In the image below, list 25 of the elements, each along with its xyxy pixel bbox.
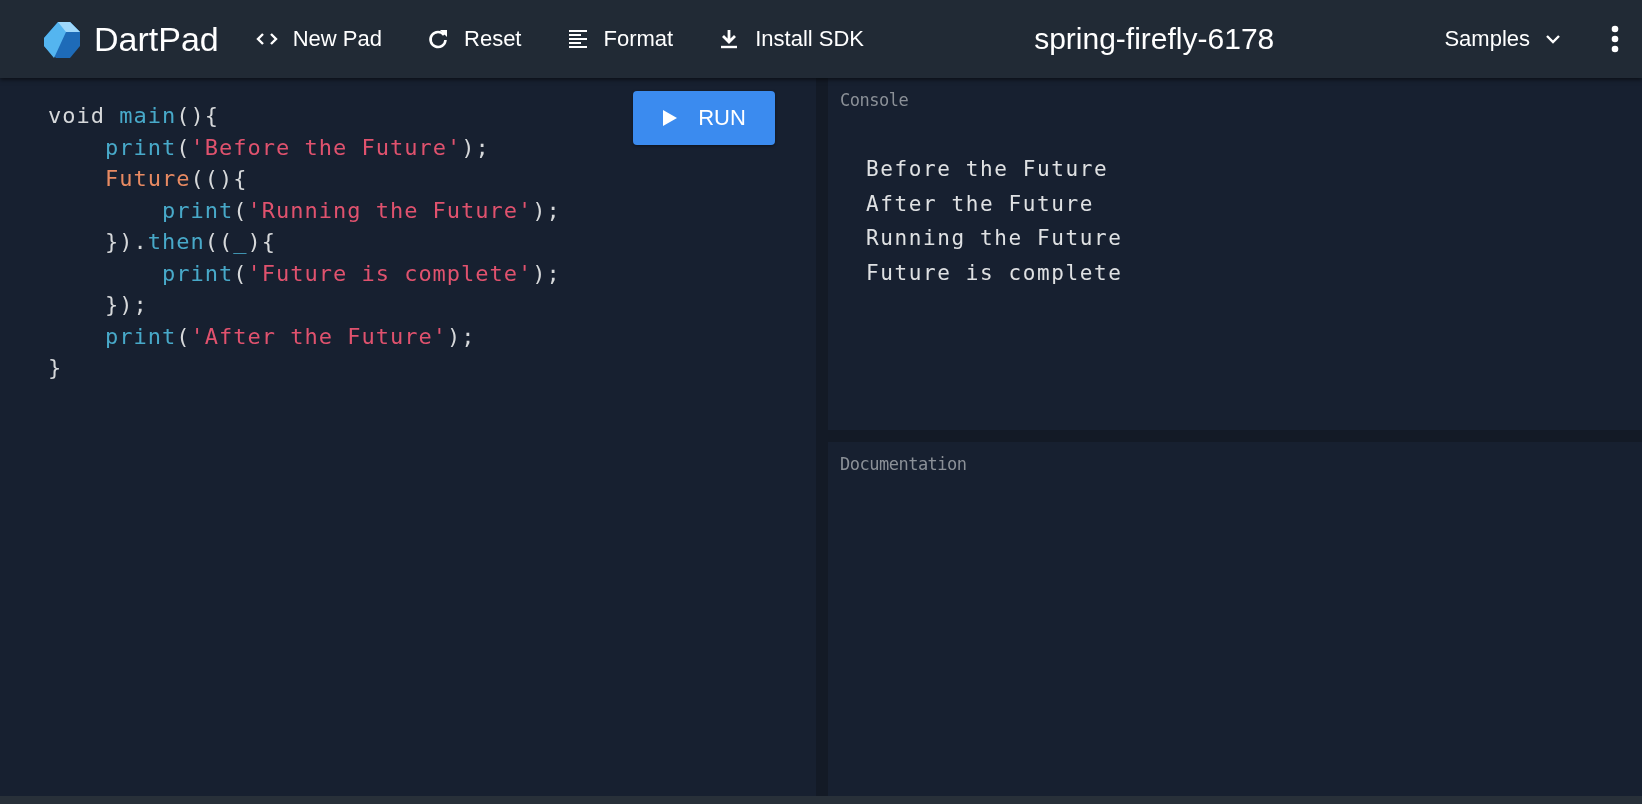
console-output-line: Before the Future bbox=[866, 156, 1109, 183]
console-output-line: Future is complete bbox=[866, 259, 1123, 287]
refresh-icon bbox=[426, 27, 450, 51]
toolbar-button[interactable]: New Pad bbox=[236, 18, 400, 60]
code-line: }); bbox=[103, 291, 148, 319]
app-name: DartPad bbox=[94, 19, 219, 59]
code-line: print('Running the Future'); bbox=[160, 196, 561, 225]
play-icon bbox=[662, 109, 679, 127]
code-line: }).then((_){ bbox=[103, 228, 276, 256]
toolbar-button[interactable]: Install SDK bbox=[699, 18, 882, 60]
console-output-line: After the Future bbox=[866, 190, 1094, 218]
documentation-title: Documentation bbox=[840, 454, 968, 474]
code-line: print('Future is complete'); bbox=[160, 259, 561, 288]
code-line: print('Before the Future'); bbox=[103, 133, 490, 162]
samples-dropdown[interactable]: Samples bbox=[1426, 18, 1580, 60]
console-title: Console bbox=[840, 90, 910, 110]
pad-title: spring-firefly-6178 bbox=[1034, 22, 1275, 55]
code-line: void main(){ bbox=[48, 102, 219, 130]
code-line: Future((){ bbox=[103, 165, 248, 193]
code-line: print('After the Future'); bbox=[103, 322, 476, 351]
more-menu-icon[interactable] bbox=[1610, 25, 1620, 53]
console-output-line: Running the Future bbox=[866, 225, 1123, 252]
code-line: } bbox=[48, 354, 63, 382]
toolbar-button[interactable]: Reset bbox=[408, 18, 540, 60]
toolbar-button[interactable]: Format bbox=[547, 18, 692, 60]
